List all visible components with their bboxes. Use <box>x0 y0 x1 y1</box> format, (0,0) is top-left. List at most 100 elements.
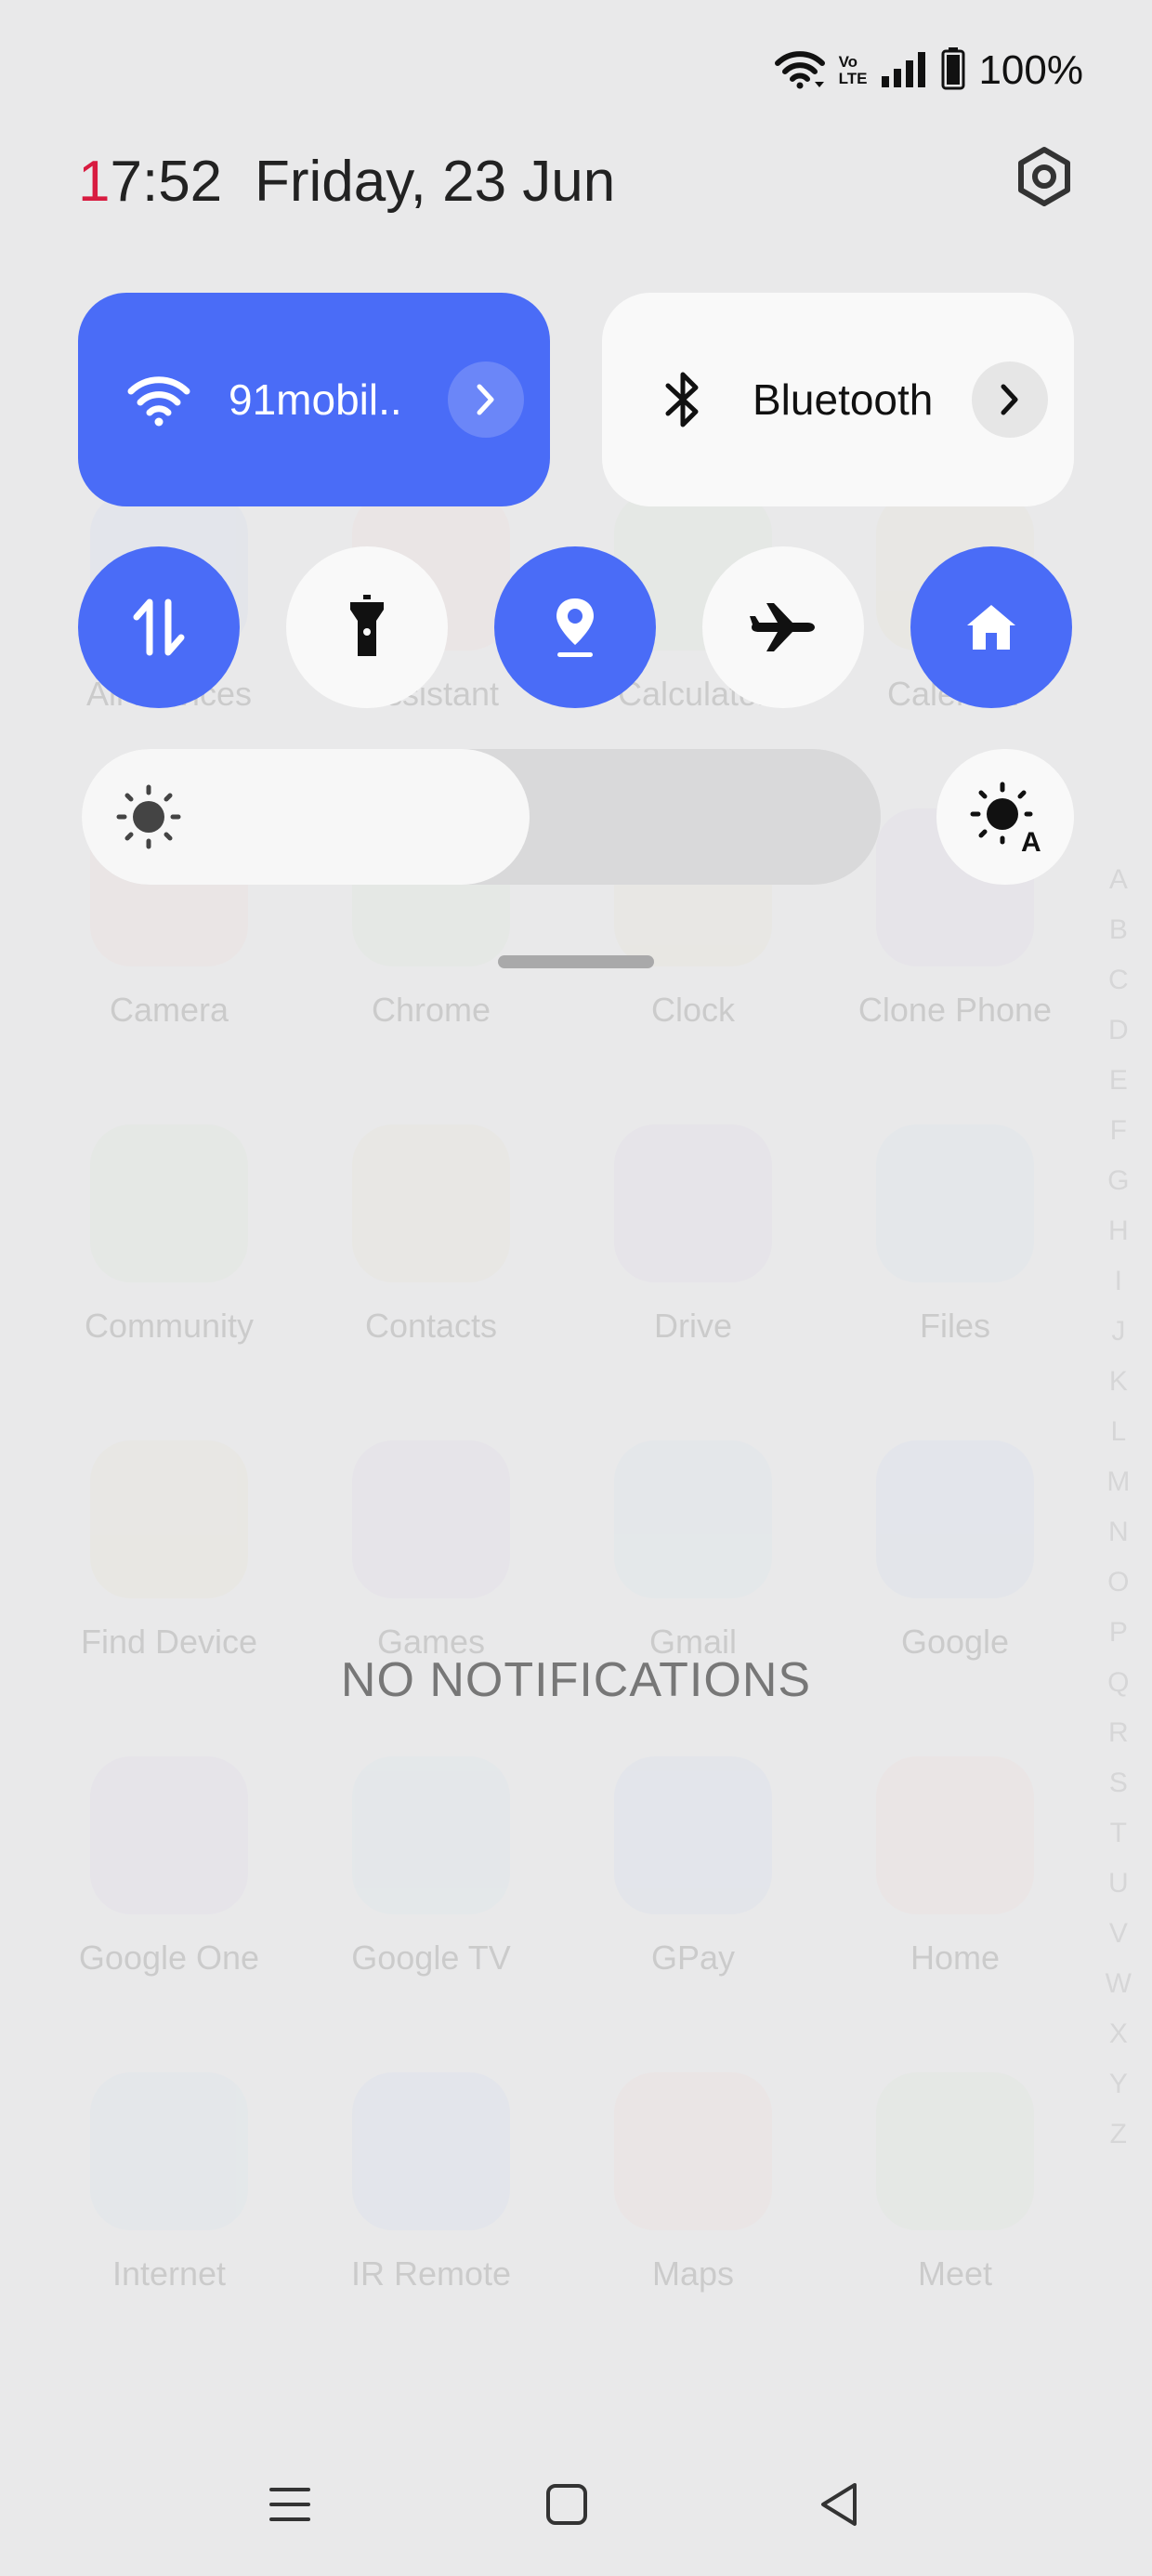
background-app-label: Camera <box>109 991 229 1029</box>
battery-percent: 100% <box>978 47 1083 93</box>
alphabet-index-letter: S <box>1108 1768 1128 1798</box>
background-app-label: Google One <box>78 1939 260 1977</box>
volte-icon: Vo LTE <box>839 54 868 87</box>
alphabet-index-letter: G <box>1107 1165 1130 1196</box>
signal-icon <box>880 50 928 92</box>
brightness-sun-icon <box>115 783 182 855</box>
auto-brightness-icon: A <box>970 782 1041 853</box>
background-app-icon <box>614 1440 772 1598</box>
auto-brightness-button[interactable]: A <box>936 749 1074 885</box>
alphabet-index-letter: A <box>1108 864 1128 895</box>
alphabet-index-letter: J <box>1111 1316 1126 1347</box>
flashlight-icon <box>350 595 384 656</box>
background-app-icon <box>90 1124 248 1282</box>
bluetooth-label: Bluetooth <box>753 375 934 424</box>
wifi-tile[interactable]: 91mobil.. <box>78 293 550 506</box>
home-toggle[interactable] <box>910 546 1072 708</box>
data-transfer-icon <box>133 598 185 656</box>
wifi-icon <box>117 373 201 427</box>
chevron-right-icon <box>477 384 494 415</box>
menu-icon <box>269 2488 310 2521</box>
home-nav-button[interactable] <box>530 2463 604 2546</box>
clock-first-digit: 1 <box>78 150 111 214</box>
recent-apps-button[interactable] <box>253 2463 327 2546</box>
alphabet-index-letter: C <box>1108 965 1129 995</box>
back-triangle-icon <box>821 2483 857 2526</box>
airplane-mode-toggle[interactable] <box>702 546 864 708</box>
alphabet-index-letter: E <box>1108 1065 1128 1096</box>
location-toggle[interactable] <box>494 546 656 708</box>
flashlight-toggle[interactable] <box>286 546 448 708</box>
background-app-icon <box>614 2072 772 2230</box>
alphabet-index-letter: T <box>1109 1818 1127 1848</box>
background-app: Drive <box>563 1124 823 1346</box>
background-app-label: Google TV <box>351 1939 511 1977</box>
alphabet-index-letter: O <box>1107 1567 1130 1597</box>
background-app: Community <box>39 1124 299 1346</box>
background-app: Google TV <box>301 1756 561 1978</box>
background-app-icon <box>90 1440 248 1598</box>
background-app-icon <box>352 2072 510 2230</box>
brightness-slider[interactable] <box>82 749 881 885</box>
alphabet-index-letter: M <box>1106 1466 1131 1497</box>
background-app-label: Chrome <box>371 991 491 1029</box>
background-app-label: Files <box>919 1307 990 1345</box>
bluetooth-icon <box>641 369 725 430</box>
background-app: Contacts <box>301 1124 561 1346</box>
alphabet-index-letter: Y <box>1108 2069 1128 2099</box>
settings-gear-icon <box>1014 146 1075 212</box>
location-pin-icon <box>556 598 594 657</box>
square-home-icon <box>546 2484 587 2525</box>
mobile-data-toggle[interactable] <box>78 546 240 708</box>
bluetooth-details-button[interactable] <box>972 361 1048 438</box>
home-icon <box>967 605 1015 650</box>
bluetooth-tile[interactable]: Bluetooth <box>602 293 1074 506</box>
background-app-icon <box>614 1756 772 1914</box>
background-app: Games <box>301 1440 561 1662</box>
background-app-icon <box>876 1756 1034 1914</box>
alphabet-index-letter: F <box>1109 1115 1127 1146</box>
background-app: Gmail <box>563 1440 823 1662</box>
background-app: Find Device <box>39 1440 299 1662</box>
background-app-label: Contacts <box>364 1307 498 1345</box>
background-app-icon <box>352 1440 510 1598</box>
background-app: Google <box>825 1440 1085 1662</box>
background-app-icon <box>352 1756 510 1914</box>
alphabet-index-letter: V <box>1108 1918 1128 1949</box>
background-app-icon <box>876 2072 1034 2230</box>
background-app: Maps <box>563 2072 823 2293</box>
background-app-label: Drive <box>653 1307 732 1345</box>
chevron-right-icon <box>1001 384 1018 415</box>
settings-button[interactable] <box>1007 141 1081 216</box>
alphabet-index-letter: L <box>1110 1416 1127 1447</box>
background-app: Files <box>825 1124 1085 1346</box>
background-app-label: Home <box>910 1939 1001 1977</box>
alphabet-index-letter: H <box>1108 1216 1129 1246</box>
alphabet-index-letter: N <box>1108 1517 1129 1547</box>
background-app-label: Community <box>84 1307 255 1345</box>
background-app-label: GPay <box>650 1939 736 1977</box>
alphabet-index-letter: U <box>1108 1868 1129 1899</box>
no-notifications-text: NO NOTIFICATIONS <box>340 1653 812 1707</box>
background-app-icon <box>876 1440 1034 1598</box>
battery-icon <box>941 46 965 95</box>
background-app-icon <box>90 1756 248 1914</box>
background-app-label: Maps <box>651 2254 735 2293</box>
alphabet-index-letter: K <box>1108 1366 1128 1397</box>
clock[interactable]: 17:52 <box>78 149 222 215</box>
volte-top-text: Vo <box>838 53 858 71</box>
status-bar: Vo LTE 100% <box>774 45 1083 97</box>
alphabet-index-letter: R <box>1108 1717 1129 1748</box>
wifi-details-button[interactable] <box>448 361 524 438</box>
background-app: Meet <box>825 2072 1085 2293</box>
date-label[interactable]: Friday, 23 Jun <box>255 149 615 215</box>
alphabet-index-letter: D <box>1108 1015 1129 1045</box>
background-app: GPay <box>563 1756 823 1978</box>
background-app-label: Internet <box>111 2254 227 2293</box>
background-app-label: IR Remote <box>350 2254 512 2293</box>
back-button[interactable] <box>803 2463 877 2546</box>
alphabet-index-letter: I <box>1114 1266 1122 1296</box>
background-app-label: Clock <box>650 991 736 1029</box>
alphabet-index-letter: W <box>1105 1968 1132 1999</box>
shade-drag-handle[interactable] <box>498 955 654 968</box>
